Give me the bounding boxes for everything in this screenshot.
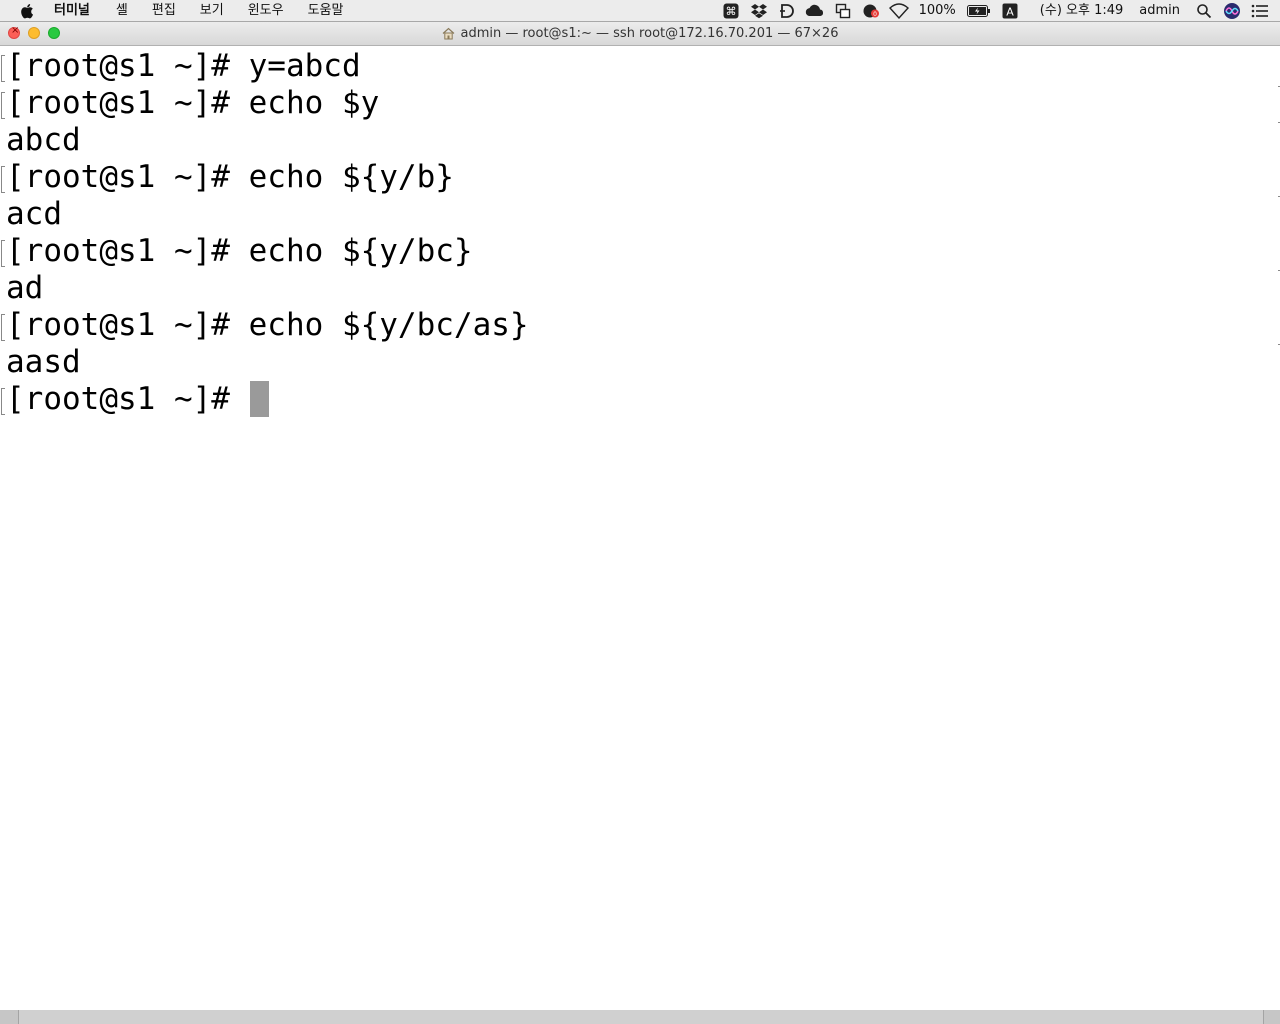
menubar-user[interactable]: admin — [1139, 0, 1180, 22]
terminal-command-line: [root@s1 ~]# echo $y — [1, 85, 1280, 122]
window-switch-icon[interactable] — [833, 3, 853, 19]
svg-text:0: 0 — [873, 11, 877, 18]
menubar-clock[interactable]: (수) 오후 1:49 — [1040, 0, 1123, 22]
menu-shell[interactable]: 셸 — [116, 0, 128, 22]
input-source-indicator[interactable]: A — [1000, 3, 1020, 19]
close-button[interactable] — [8, 25, 20, 39]
terminal-cursor — [249, 381, 269, 417]
terminal-output-line: ad — [6, 270, 44, 306]
siri-icon[interactable] — [1222, 3, 1242, 19]
menu-edit[interactable]: 편집 — [152, 0, 176, 22]
menu-help[interactable]: 도움말 — [308, 0, 344, 22]
window-titlebar[interactable]: admin — root@s1:~ — ssh root@172.16.70.2… — [0, 22, 1280, 46]
terminal-output-line: abcd — [6, 122, 81, 158]
terminal-command-line: [root@s1 ~]# echo ${y/b} — [1, 159, 1280, 196]
menu-bar: 터미널 셸 편집 보기 윈도우 도움말 ⌘ 0 100% A (수) 오후 1:… — [0, 0, 1280, 22]
terminal-command-line: [root@s1 ~]# echo ${y/bc/as} — [1, 307, 1280, 344]
traffic-lights — [8, 25, 68, 39]
status-area: ⌘ 0 100% A (수) 오후 1:49 admin — [717, 0, 1280, 22]
terminal-content[interactable]: [root@s1 ~]# y=abcd [root@s1 ~]# echo $y a… — [0, 46, 1280, 1010]
notification-center-icon[interactable] — [1250, 3, 1270, 19]
menu-window[interactable]: 윈도우 — [248, 0, 284, 22]
minimize-button[interactable] — [28, 27, 40, 39]
battery-icon[interactable] — [966, 3, 992, 19]
cloud-icon[interactable] — [805, 3, 825, 19]
apple-icon[interactable] — [20, 3, 34, 19]
terminal-command-line: [root@s1 ~]# echo ${y/bc} — [1, 233, 1280, 270]
command-icon[interactable]: ⌘ — [721, 3, 741, 19]
home-icon — [442, 27, 454, 40]
terminal-command-line: [root@s1 ~]# y=abcd — [1, 48, 1280, 85]
zoom-button[interactable] — [48, 27, 60, 39]
window-title: admin — root@s1:~ — ssh root@172.16.70.2… — [442, 26, 839, 41]
d-icon[interactable] — [777, 3, 797, 19]
terminal-window: admin — root@s1:~ — ssh root@172.16.70.2… — [0, 22, 1280, 1010]
menu-app-name[interactable]: 터미널 — [54, 0, 90, 22]
window-title-text: admin — root@s1:~ — ssh root@172.16.70.2… — [460, 26, 839, 41]
dropbox-icon[interactable] — [749, 3, 769, 19]
terminal-output-line: acd — [6, 196, 62, 232]
input-source-letter: A — [1006, 6, 1014, 19]
wifi-icon[interactable] — [888, 3, 909, 19]
search-icon[interactable] — [1194, 3, 1214, 19]
terminal-output-line: aasd — [6, 344, 81, 380]
menu-view[interactable]: 보기 — [200, 0, 224, 22]
background-window-edge — [18, 1010, 1264, 1024]
battery-percent[interactable]: 100% — [919, 0, 956, 22]
terminal-prompt: [root@s1 ~]# — [6, 381, 230, 417]
notification-icon[interactable]: 0 — [861, 3, 881, 19]
desktop-background-strip — [0, 1010, 1280, 1024]
terminal-prompt-line: [root@s1 ~]# — [1, 381, 1280, 418]
svg-text:⌘: ⌘ — [725, 5, 736, 18]
